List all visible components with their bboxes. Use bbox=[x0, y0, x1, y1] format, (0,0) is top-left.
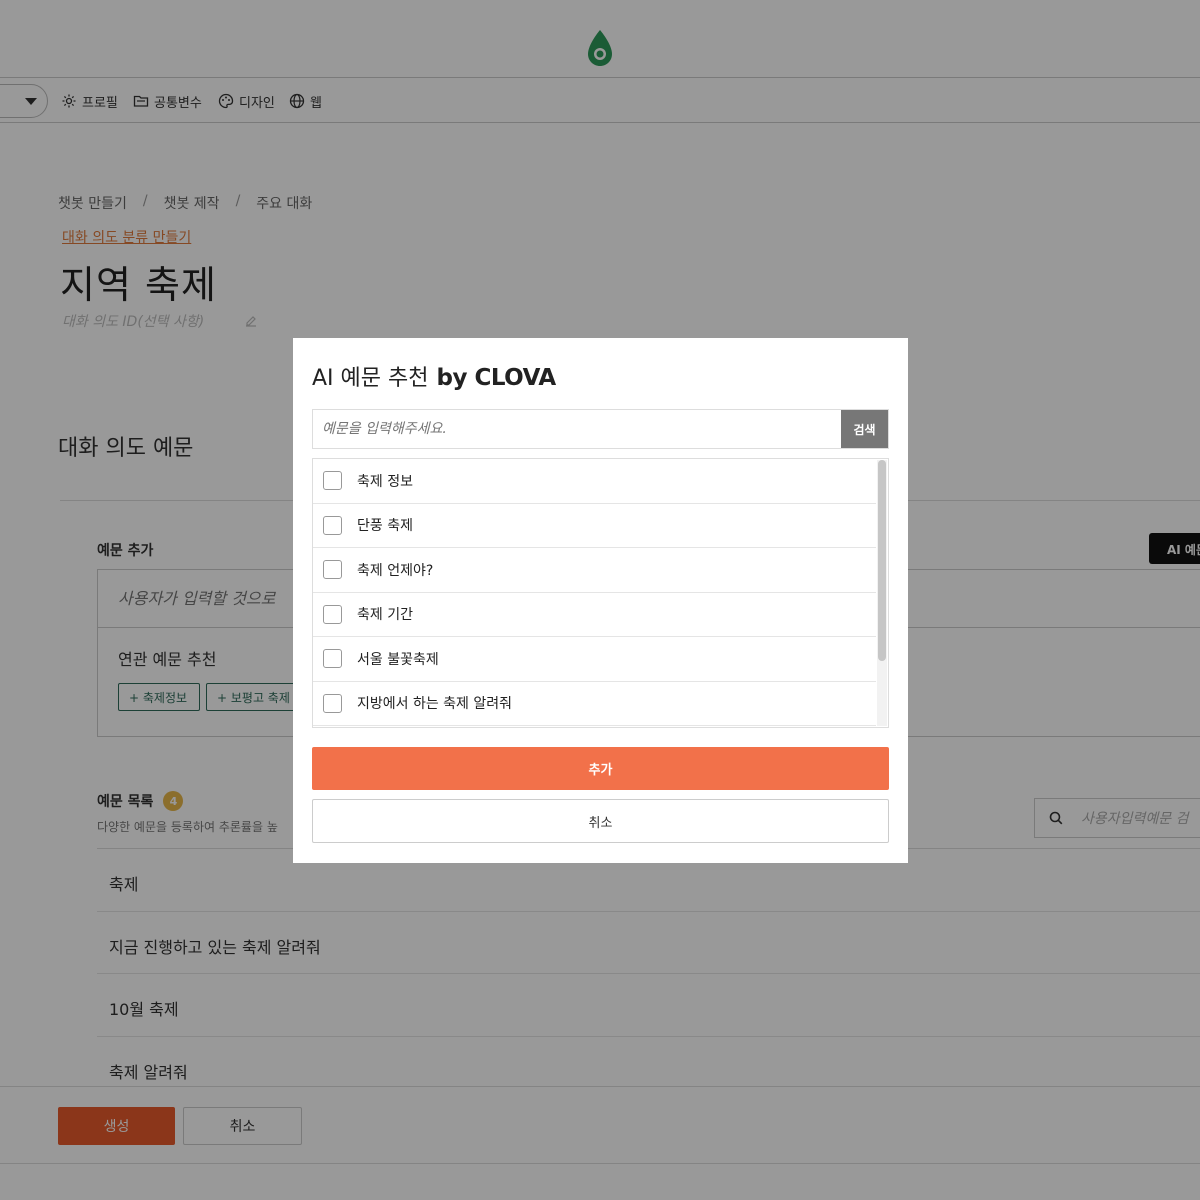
suggestion-checkbox[interactable] bbox=[323, 515, 342, 535]
suggestion-item[interactable]: 축제 정보 bbox=[313, 459, 876, 504]
modal-cancel-button[interactable]: 취소 bbox=[312, 799, 889, 843]
modal-search-button[interactable]: 검색 bbox=[841, 410, 888, 448]
modal-title: AI 예문 추천 by CLOVA bbox=[312, 360, 556, 392]
suggestion-item[interactable]: 서울 불꽃축제 bbox=[313, 637, 876, 682]
suggestion-text: 축제 정보 bbox=[357, 473, 413, 490]
suggestion-text: 축제 기간 bbox=[357, 607, 413, 624]
modal-title-text: AI 예문 추천 bbox=[312, 366, 429, 391]
clova-brand: by CLOVA bbox=[436, 365, 557, 391]
suggestion-text: 단풍 축제 bbox=[357, 518, 413, 535]
suggestion-checkbox[interactable] bbox=[323, 560, 342, 580]
suggestion-item[interactable]: 지방에서 하는 축제 알려줘 bbox=[313, 682, 876, 726]
suggestion-checkbox[interactable] bbox=[323, 604, 342, 624]
suggestion-list[interactable]: 축제 정보 단풍 축제 축제 언제야? 축제 기간 서울 불꽃축제 지방에서 하… bbox=[312, 458, 889, 728]
suggestion-item[interactable]: 축제 언제야? bbox=[313, 548, 876, 593]
scrollbar-thumb[interactable] bbox=[878, 460, 886, 661]
suggestion-text: 지방에서 하는 축제 알려줘 bbox=[357, 696, 513, 713]
suggestion-item[interactable]: 단풍 축제 bbox=[313, 504, 876, 548]
suggestion-checkbox[interactable] bbox=[323, 471, 342, 491]
modal-search-box: 검색 bbox=[312, 409, 889, 449]
suggestion-item[interactable]: 축제 기간 bbox=[313, 593, 876, 637]
suggestion-text: 서울 불꽃축제 bbox=[357, 651, 439, 668]
add-button[interactable]: 추가 bbox=[312, 747, 889, 790]
suggestion-text: 축제 언제야? bbox=[357, 562, 434, 579]
scrollbar-track[interactable] bbox=[877, 460, 887, 726]
suggestion-checkbox[interactable] bbox=[323, 693, 342, 713]
modal-search-input[interactable] bbox=[313, 410, 841, 448]
ai-suggestion-modal: AI 예문 추천 by CLOVA 검색 축제 정보 단풍 축제 축제 언제야?… bbox=[293, 338, 908, 863]
suggestion-checkbox[interactable] bbox=[323, 649, 342, 669]
